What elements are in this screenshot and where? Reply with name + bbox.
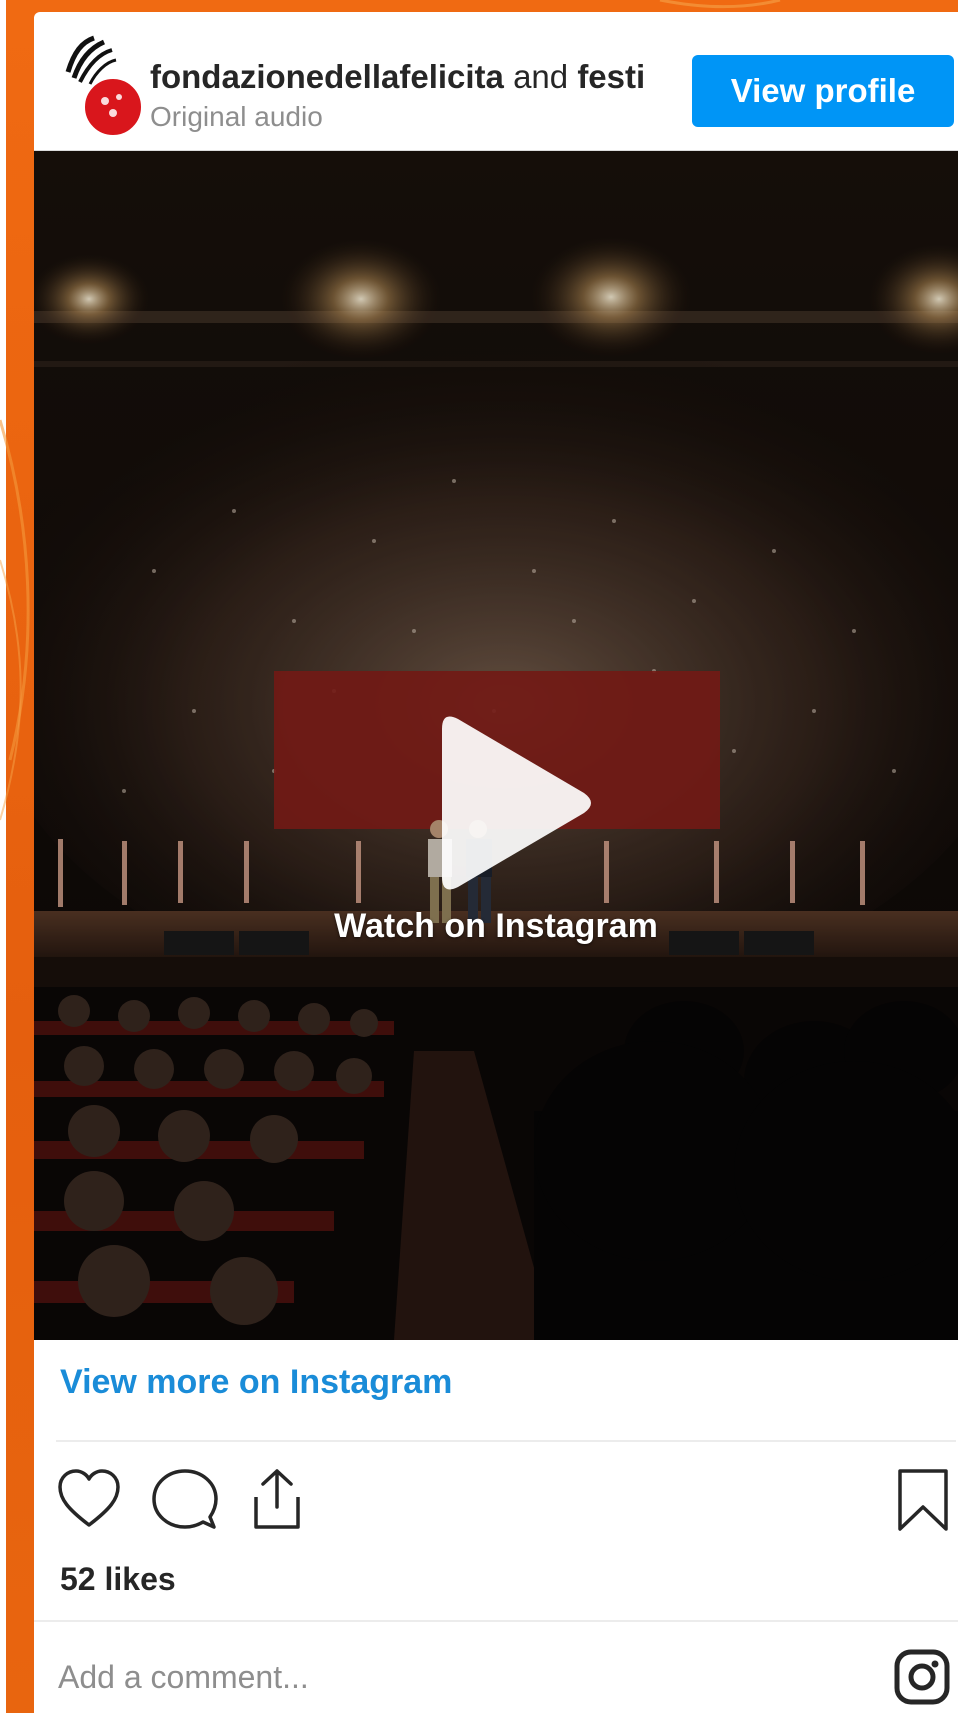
heart-icon[interactable] [56,1467,122,1533]
account-secondary[interactable]: festi [577,58,645,95]
post-author-names[interactable]: fondazionedellafelicita and festi [150,57,670,97]
likes-count[interactable]: 52 likes [60,1559,176,1599]
post-header: fondazionedellafelicita and festi Origin… [34,12,958,151]
divider [56,1440,956,1442]
avatar[interactable] [60,32,150,138]
action-bar [34,1467,958,1547]
share-icon[interactable] [244,1467,310,1533]
play-icon[interactable] [428,711,598,901]
bookmark-icon[interactable] [896,1467,950,1533]
comment-input[interactable] [58,1652,758,1702]
comment-icon[interactable] [152,1467,218,1533]
instagram-embed-card: fondazionedellafelicita and festi Origin… [34,12,958,1713]
instagram-icon[interactable] [892,1647,952,1707]
watch-on-instagram-label[interactable]: Watch on Instagram [34,907,958,946]
left-edge-strip [0,0,6,1713]
divider [34,1620,958,1622]
view-more-link[interactable]: View more on Instagram [60,1362,452,1402]
audio-subtitle[interactable]: Original audio [150,101,323,133]
embed-page: fondazionedellafelicita and festi Origin… [0,0,958,1713]
account-primary[interactable]: fondazionedellafelicita [150,58,504,95]
view-profile-button[interactable]: View profile [692,55,954,127]
collab-avatar-icon [82,76,144,138]
video-thumbnail[interactable]: Watch on Instagram [34,151,958,1340]
account-connector: and [503,58,578,95]
